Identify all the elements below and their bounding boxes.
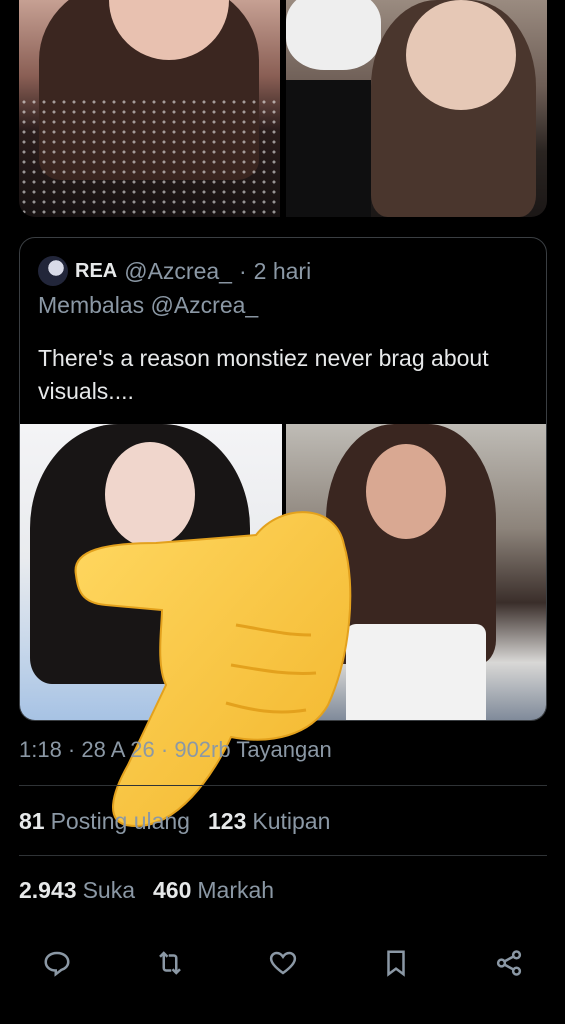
reposts-label: Posting ulang: [50, 808, 190, 834]
like-button[interactable]: [264, 944, 302, 982]
post-timestamp[interactable]: 1:18 · 28 A 26 · 902rb Tayangan: [19, 737, 332, 763]
dress-pattern: [19, 97, 280, 217]
photo-jacket: [286, 80, 371, 217]
share-button[interactable]: [490, 944, 528, 982]
reply-icon: [44, 951, 70, 977]
avatar[interactable]: [38, 256, 68, 286]
quoted-photo-2[interactable]: [286, 424, 546, 720]
quoted-photo-1[interactable]: [20, 424, 282, 720]
share-icon: [496, 950, 522, 976]
likes-stat[interactable]: 2.943 Suka: [19, 877, 135, 904]
user-handle[interactable]: @Azcrea_: [124, 258, 232, 285]
photo-mask: [286, 0, 381, 70]
photo-face: [406, 0, 516, 110]
bookmarks-label: Markah: [197, 877, 275, 903]
post-photo-1[interactable]: [19, 0, 280, 217]
engagement-row-1: 81 Posting ulang 123 Kutipan: [19, 808, 330, 835]
bookmarks-stat[interactable]: 460 Markah: [153, 877, 274, 904]
reposts-count: 81: [19, 808, 45, 834]
quotes-label: Kutipan: [252, 808, 331, 834]
reposts-stat[interactable]: 81 Posting ulang: [19, 808, 190, 835]
bookmark-icon: [387, 950, 405, 977]
reply-button[interactable]: [38, 944, 76, 982]
likes-count: 2.943: [19, 877, 77, 903]
quotes-stat[interactable]: 123 Kutipan: [208, 808, 330, 835]
likes-label: Suka: [82, 877, 135, 903]
divider: [19, 785, 547, 786]
quoted-post-text: There's a reason monstiez never brag abo…: [38, 345, 489, 404]
repost-icon: [159, 951, 181, 975]
quotes-count: 123: [207, 808, 247, 834]
photo-face: [105, 442, 195, 547]
engagement-row-2: 2.943 Suka 460 Markah: [19, 877, 274, 904]
tweet-detail-page: REA @Azcrea_ · 2 hari Membalas @Azcrea_ …: [0, 0, 565, 1024]
quoted-post[interactable]: REA @Azcrea_ · 2 hari Membalas @Azcrea_ …: [19, 237, 547, 721]
divider: [19, 855, 547, 856]
action-bar: [38, 942, 528, 984]
display-name[interactable]: REA: [75, 260, 117, 283]
reply-context: Membalas @Azcrea_: [38, 292, 259, 318]
post-time: 2 hari: [253, 257, 312, 284]
bookmarks-count: 460: [153, 877, 192, 903]
photo-face: [366, 444, 446, 539]
separator: ·: [238, 257, 247, 284]
repost-button[interactable]: [151, 944, 189, 982]
quoted-media-grid: [20, 424, 546, 720]
bookmark-button[interactable]: [377, 944, 415, 982]
photo-top: [346, 624, 486, 720]
quoted-post-header: REA @Azcrea_ · 2 hari: [38, 256, 311, 286]
post-media-grid: [19, 0, 547, 217]
post-photo-2[interactable]: [286, 0, 547, 217]
heart-icon: [269, 951, 297, 975]
